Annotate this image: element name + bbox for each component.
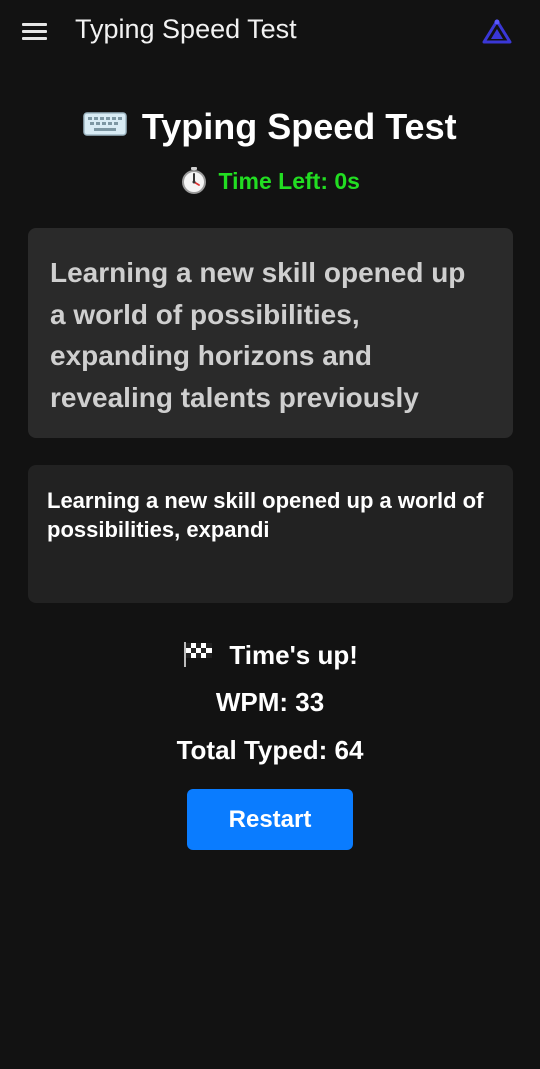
page-heading: Typing Speed Test <box>0 106 540 148</box>
time-up-label: Time's up! <box>229 640 358 670</box>
typed-text: Learning a new skill opened up a world o… <box>47 488 484 542</box>
total-typed-result: Total Typed: 64 <box>176 735 364 765</box>
passage-card: Learning a new skill opened up a world o… <box>28 228 513 438</box>
result-status: Time's up! <box>0 640 540 671</box>
keyboard-icon <box>83 112 128 136</box>
menu-button[interactable] <box>22 21 48 41</box>
wpm-result: WPM: 33 <box>215 687 325 717</box>
hamburger-menu-icon-line <box>22 37 47 40</box>
checkered-flag-icon <box>184 642 213 668</box>
app-bar: Typing Speed Test <box>0 0 540 64</box>
timer: Time Left: 0s <box>0 166 540 195</box>
app-title: Typing Speed Test <box>75 14 297 44</box>
typing-input[interactable]: Learning a new skill opened up a world o… <box>28 465 513 603</box>
passage-text: Learning a new skill opened up a world o… <box>50 257 466 413</box>
hamburger-menu-icon <box>22 23 47 26</box>
stopwatch-icon <box>182 166 207 194</box>
brand-logo-icon[interactable] <box>482 18 512 44</box>
hamburger-menu-icon-line <box>22 30 47 33</box>
page-title: Typing Speed Test <box>141 106 457 147</box>
time-left-label: Time Left: 0s <box>218 168 360 194</box>
restart-button[interactable]: Restart <box>187 789 353 850</box>
